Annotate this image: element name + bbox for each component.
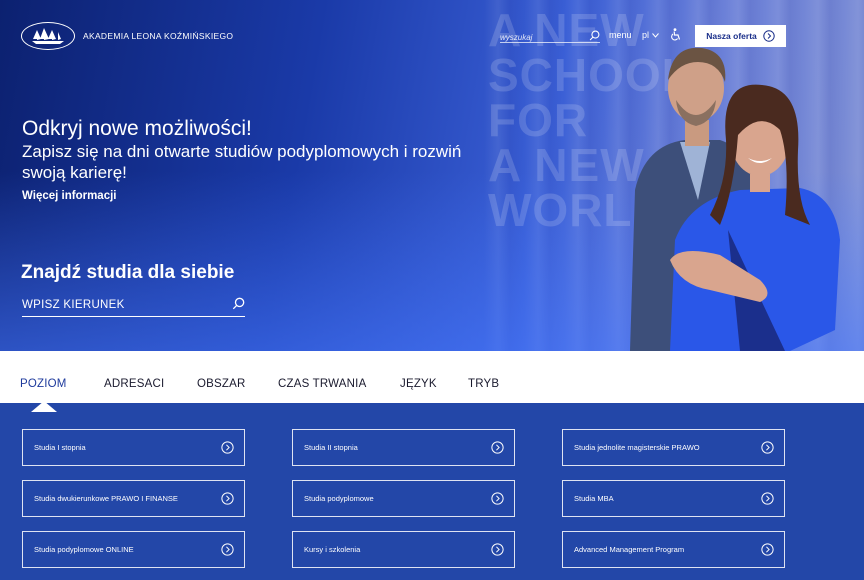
card-studia-i-stopnia[interactable]: Studia I stopnia [22,429,245,466]
card-label: Studia I stopnia [34,443,86,452]
card-studia-jednolite-prawo[interactable]: Studia jednolite magisterskie PRAWO [562,429,785,466]
arrow-circle-right-icon [221,441,234,454]
arrow-circle-right-icon [761,543,774,556]
tab-obszar[interactable]: OBSZAR [197,378,246,390]
hero-subtitle: Zapisz się na dni otwarte studiów podypl… [22,142,462,182]
search-icon[interactable] [232,297,245,315]
program-level-grid: Studia I stopnia Studia II stopnia Studi… [0,403,864,580]
tab-czas-trwania[interactable]: CZAS TRWANIA [278,378,366,390]
arrow-circle-right-icon [491,441,504,454]
arrow-circle-right-icon [491,492,504,505]
site-search-input[interactable] [500,33,582,42]
card-label: Kursy i szkolenia [304,545,361,554]
tab-adresaci[interactable]: ADRESACI [104,378,164,390]
card-studia-ii-stopnia[interactable]: Studia II stopnia [292,429,515,466]
chevron-down-icon [652,32,659,38]
logo[interactable]: AKADEMIA LEONA KOŹMIŃSKIEGO [21,22,233,50]
tab-jezyk[interactable]: JĘZYK [400,378,437,390]
arrow-circle-right-icon [221,543,234,556]
card-studia-dwukierunkowe[interactable]: Studia dwukierunkowe PRAWO I FINANSE [22,480,245,517]
logo-text: AKADEMIA LEONA KOŹMIŃSKIEGO [83,31,234,41]
language-switcher[interactable]: pl [642,30,659,40]
card-label: Advanced Management Program [574,545,685,554]
card-label: Studia MBA [574,494,614,503]
arrow-circle-right-icon [761,441,774,454]
tab-poziom[interactable]: POZIOM [20,378,67,390]
ship-logo-icon [21,22,75,50]
search-icon[interactable] [589,28,600,46]
our-offer-button[interactable]: Nasza oferta [695,25,786,47]
site-search [500,27,600,43]
card-studia-podyplomowe[interactable]: Studia podyplomowe [292,480,515,517]
program-search-input[interactable] [22,299,222,311]
card-studia-podyplomowe-online[interactable]: Studia podyplomowe ONLINE [22,531,245,568]
card-studia-mba[interactable]: Studia MBA [562,480,785,517]
card-label: Studia podyplomowe ONLINE [34,545,134,554]
our-offer-label: Nasza oferta [706,31,757,41]
hero-people-photo [630,47,840,351]
arrow-circle-right-icon [761,492,774,505]
program-search [22,295,245,317]
active-tab-indicator [31,401,57,412]
card-label: Studia dwukierunkowe PRAWO I FINANSE [34,494,178,503]
more-info-link[interactable]: Więcej informacji [22,190,116,202]
tab-tryb[interactable]: TRYB [468,378,499,390]
filter-tabs: POZIOM ADRESACI OBSZAR CZAS TRWANIA JĘZY… [0,351,864,412]
language-label: pl [642,30,650,40]
find-studies-title: Znajdź studia dla siebie [21,262,235,283]
arrow-circle-right-icon [221,492,234,505]
arrow-circle-right-icon [491,543,504,556]
card-label: Studia jednolite magisterskie PRAWO [574,443,700,452]
card-advanced-management-program[interactable]: Advanced Management Program [562,531,785,568]
accessibility-icon[interactable] [670,28,681,46]
card-kursy-i-szkolenia[interactable]: Kursy i szkolenia [292,531,515,568]
hero-banner: A NEW SCHOOL FOR A NEW WORLD AKADEMIA LE… [0,0,864,351]
arrow-circle-right-icon [763,30,775,42]
menu-button[interactable]: menu [609,30,632,40]
card-label: Studia II stopnia [304,443,358,452]
hero-title: Odkryj nowe możliwości! [22,117,252,140]
card-label: Studia podyplomowe [304,494,374,503]
